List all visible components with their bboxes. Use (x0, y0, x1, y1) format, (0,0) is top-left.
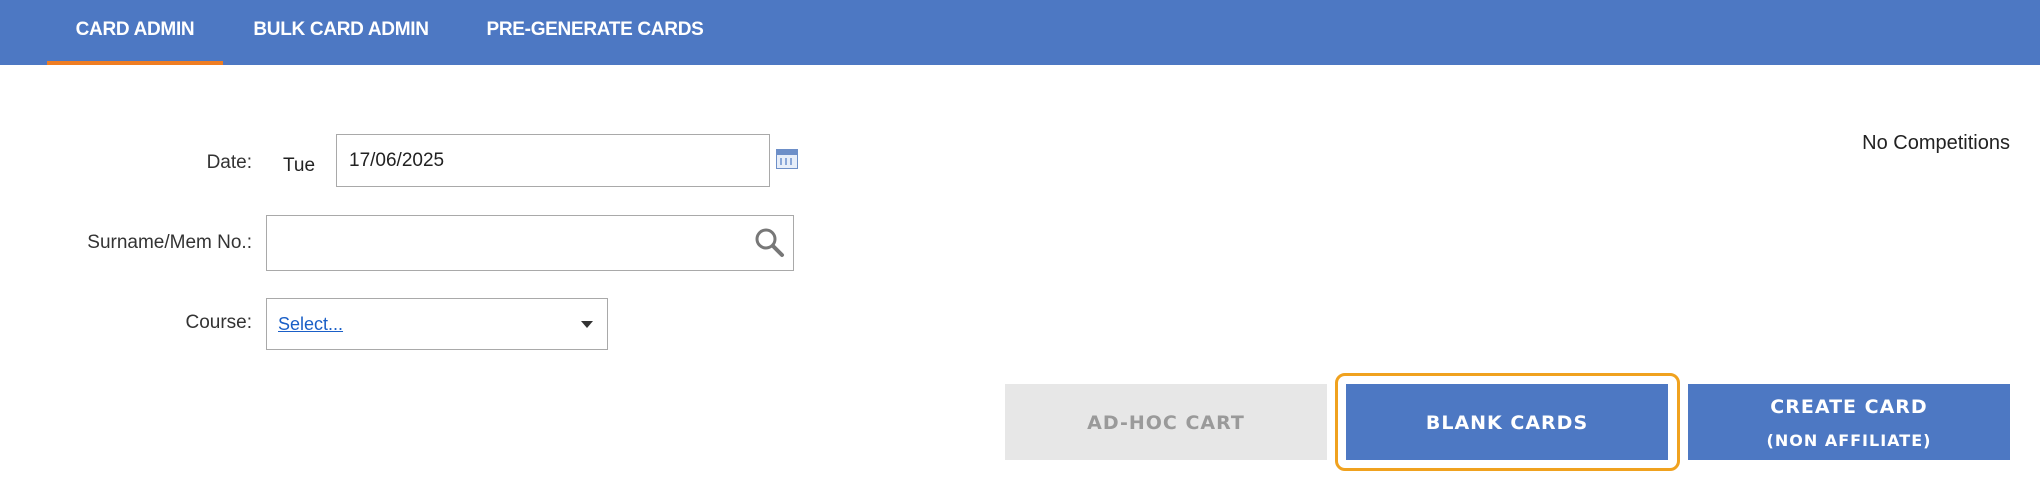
create-card-button[interactable]: CREATE CARD (NON AFFILIATE) (1688, 384, 2010, 460)
course-select[interactable]: Select... (266, 298, 608, 350)
blank-cards-button[interactable]: BLANK CARDS (1346, 384, 1668, 460)
surname-input[interactable] (267, 216, 727, 270)
surname-search-field (266, 215, 794, 271)
tab-pre-generate-cards[interactable]: PRE-GENERATE CARDS (474, 0, 716, 65)
calendar-icon[interactable] (776, 149, 798, 169)
surname-label: Surname/Mem No.: (87, 232, 252, 253)
course-label: Course: (185, 312, 252, 333)
date-label: Date: (206, 152, 252, 173)
tab-bulk-card-admin[interactable]: BULK CARD ADMIN (240, 0, 442, 65)
adhoc-cart-button[interactable]: AD-HOC CART (1005, 384, 1327, 460)
chevron-down-icon (581, 321, 593, 328)
search-icon[interactable] (753, 226, 785, 258)
date-input[interactable] (336, 134, 770, 187)
competitions-status: No Competitions (1862, 132, 2010, 154)
tab-card-admin[interactable]: CARD ADMIN (47, 0, 223, 65)
course-select-value[interactable]: Select... (278, 314, 343, 335)
create-card-label: CREATE CARD (1770, 396, 1928, 418)
top-nav: CARD ADMIN BULK CARD ADMIN PRE-GENERATE … (0, 0, 2040, 65)
create-card-sublabel: (NON AFFILIATE) (1766, 431, 1932, 450)
day-of-week: Tue (283, 155, 316, 176)
